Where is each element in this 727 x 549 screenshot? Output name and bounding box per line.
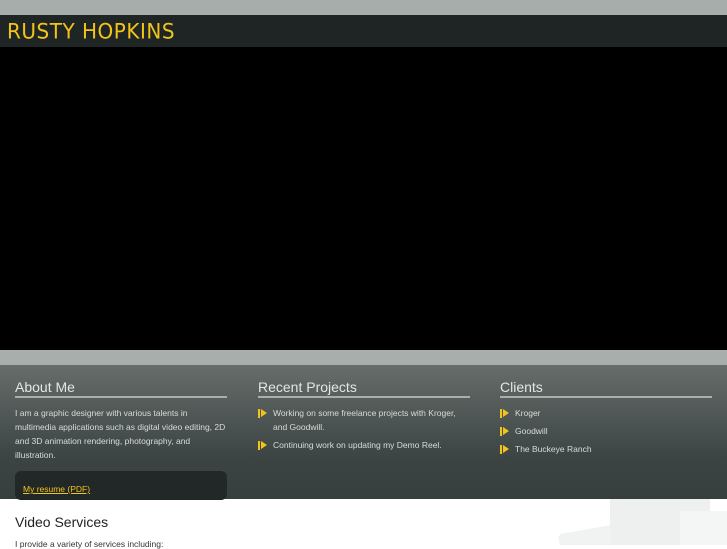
client-item: Goodwill <box>500 424 712 438</box>
arrow-bullet-icon <box>500 409 509 418</box>
about-column: About Me I am a graphic designer with va… <box>15 379 227 500</box>
arrow-bullet-icon <box>500 445 509 454</box>
resume-box: My resume (PDF) <box>15 471 227 500</box>
about-title: About Me <box>15 379 227 398</box>
services-title: Video Services <box>15 514 109 530</box>
camera-watermark-image <box>540 499 727 545</box>
about-text: I am a graphic designer with various tal… <box>15 408 226 460</box>
top-bar <box>0 0 727 15</box>
header: RUSTY HOPKINS <box>0 15 727 47</box>
projects-title: Recent Projects <box>258 379 470 398</box>
arrow-bullet-icon <box>500 427 509 436</box>
info-section: About Me I am a graphic designer with va… <box>0 365 727 500</box>
site-logo[interactable]: RUSTY HOPKINS <box>7 18 175 43</box>
video-player[interactable] <box>0 47 727 350</box>
arrow-bullet-icon <box>258 409 267 418</box>
clients-title: Clients <box>500 379 712 398</box>
services-section: Video Services I provide a variety of se… <box>15 514 163 549</box>
client-item: The Buckeye Ranch <box>500 442 712 456</box>
services-intro: I provide a variety of services includin… <box>15 539 164 549</box>
clients-column: Clients Kroger Goodwill The Buckeye Ranc… <box>500 379 712 460</box>
project-item: Working on some freelance projects with … <box>258 406 470 434</box>
resume-link[interactable]: My resume (PDF) <box>23 484 90 494</box>
arrow-bullet-icon <box>258 441 267 450</box>
project-item: Continuing work on updating my Demo Reel… <box>258 438 470 452</box>
projects-column: Recent Projects Working on some freelanc… <box>258 379 470 456</box>
client-item: Kroger <box>500 406 712 420</box>
divider-band <box>0 350 727 365</box>
